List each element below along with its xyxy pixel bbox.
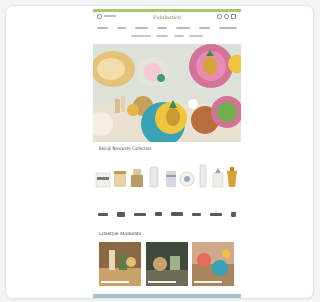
image-caption bbox=[194, 281, 222, 283]
nav-item bbox=[156, 35, 169, 37]
cart-icon bbox=[231, 14, 236, 19]
brand-logo bbox=[210, 212, 223, 216]
image-caption bbox=[101, 281, 129, 283]
product-item bbox=[195, 159, 211, 197]
wishlist-icon bbox=[224, 14, 229, 19]
search-icon bbox=[97, 14, 102, 19]
nav-item bbox=[135, 27, 148, 29]
brand-logo bbox=[154, 212, 162, 216]
site-header: Fiddlestick bbox=[93, 14, 241, 23]
product-row bbox=[93, 159, 241, 197]
nav-item bbox=[176, 27, 190, 29]
product-item bbox=[146, 159, 162, 197]
product-item bbox=[179, 159, 195, 197]
nav-item bbox=[188, 35, 203, 37]
website-screenshot: Fiddlestick Bekijk Nieuwste Collecties L… bbox=[93, 9, 241, 298]
product-item bbox=[129, 159, 145, 197]
nav-item bbox=[97, 27, 108, 29]
nav-item bbox=[117, 27, 126, 29]
hero-illustration bbox=[93, 44, 241, 142]
lifestyle-heading: Lifestyle Moments bbox=[99, 232, 142, 237]
announcement-bar bbox=[93, 9, 241, 12]
product-item bbox=[163, 159, 179, 197]
secondary-navigation bbox=[131, 35, 203, 39]
hero-image bbox=[93, 44, 241, 142]
lifestyle-image bbox=[192, 242, 234, 286]
product-item bbox=[224, 159, 240, 197]
brand-logo bbox=[231, 211, 237, 217]
collection-heading: Bekijk Nieuwste Collecties bbox=[99, 146, 152, 151]
nav-item bbox=[199, 27, 210, 29]
site-logo: Fiddlestick bbox=[152, 15, 182, 21]
lifestyle-image bbox=[99, 242, 141, 286]
brand-logo bbox=[133, 212, 146, 216]
lifestyle-image bbox=[146, 242, 188, 286]
footer-band bbox=[93, 294, 241, 298]
preview-card[interactable]: Fiddlestick Bekijk Nieuwste Collecties L… bbox=[5, 5, 314, 299]
main-navigation bbox=[97, 27, 237, 31]
nav-item bbox=[173, 35, 184, 37]
brand-logo bbox=[171, 212, 184, 216]
nav-item bbox=[131, 35, 151, 37]
brand-logo bbox=[116, 211, 125, 217]
product-item bbox=[112, 159, 128, 197]
brand-logos bbox=[93, 209, 241, 219]
product-item bbox=[95, 159, 111, 197]
nav-item bbox=[157, 27, 167, 29]
nav-item bbox=[219, 27, 237, 29]
brand-logo bbox=[192, 212, 202, 216]
header-link bbox=[104, 15, 116, 17]
brand-logo bbox=[97, 212, 108, 216]
account-icon bbox=[217, 14, 222, 19]
image-caption bbox=[148, 281, 176, 283]
